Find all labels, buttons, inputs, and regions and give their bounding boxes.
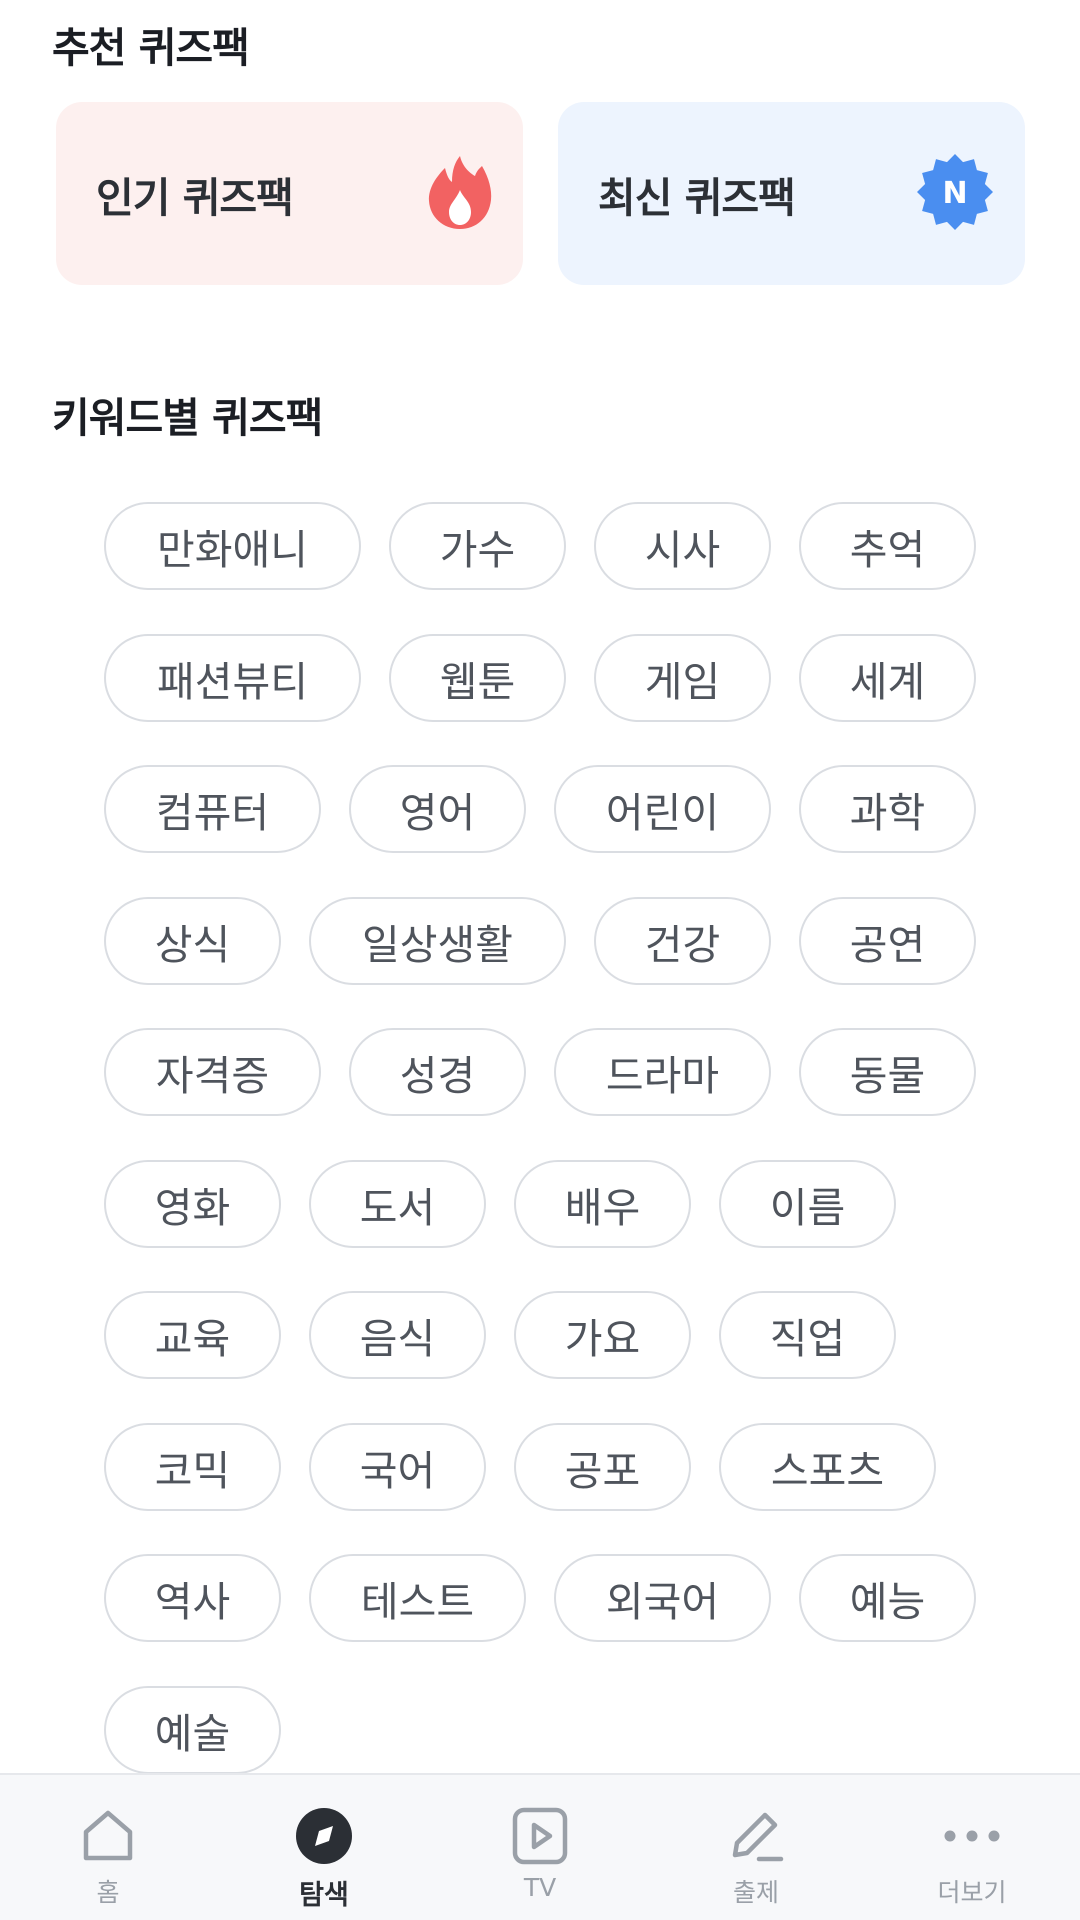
keyword-chip-row: 교육 음식 가요 직업: [104, 1291, 1004, 1381]
keyword-chip[interactable]: 웹툰: [389, 633, 566, 722]
keyword-chip[interactable]: 패션뷰티: [104, 633, 361, 722]
compass-icon: [295, 1805, 353, 1867]
keyword-chip[interactable]: 과학: [799, 765, 976, 853]
keyword-chip[interactable]: 자격증: [104, 1028, 321, 1116]
keyword-chip[interactable]: 예술: [104, 1685, 281, 1774]
keyword-chip-row: 역사 테스트 외국어 예능: [104, 1554, 1004, 1644]
keyword-chip[interactable]: 도서: [309, 1159, 486, 1248]
recommended-section-title: 추천 퀴즈팩: [52, 24, 250, 72]
keyword-chip-row: 컴퓨터 영어 어린이 과학: [104, 765, 1004, 855]
bottom-navigation-bar: 홈 탐색 TV 출제 더보기: [0, 1773, 1080, 1920]
keyword-chip[interactable]: 음식: [309, 1291, 486, 1379]
keyword-chip[interactable]: 상식: [104, 896, 281, 985]
keyword-chip[interactable]: 만화애니: [104, 502, 361, 590]
nav-label-more: 더보기: [937, 1878, 1007, 1907]
play-icon: [512, 1805, 568, 1867]
keyword-chip[interactable]: 영화: [104, 1159, 281, 1248]
keyword-chip[interactable]: 예능: [799, 1554, 976, 1642]
keyword-chip[interactable]: 영어: [349, 765, 526, 853]
keyword-chip[interactable]: 스포츠: [719, 1422, 936, 1511]
pencil-icon: [727, 1805, 785, 1867]
keyword-chip[interactable]: 동물: [799, 1028, 976, 1116]
keyword-chip[interactable]: 테스트: [309, 1554, 526, 1642]
nav-item-home[interactable]: 홈: [0, 1775, 216, 1920]
keyword-chip[interactable]: 컴퓨터: [104, 765, 321, 853]
nav-label-tv: TV: [523, 1873, 557, 1902]
keyword-chip-list: 만화애니 가수 시사 추억패션뷰티 웹툰 게임 세계컴퓨터 영어 어린이 과학상식 일상생활 건강 공연…: [104, 502, 1004, 1817]
latest-quizpack-label: 최신 퀴즈팩: [598, 173, 796, 222]
popular-quizpack-card[interactable]: 인기 퀴즈팩: [56, 102, 523, 285]
keyword-chip[interactable]: 직업: [719, 1291, 896, 1379]
keyword-chip[interactable]: 시사: [594, 502, 771, 590]
keyword-chip[interactable]: 공연: [799, 896, 976, 985]
keyword-chip[interactable]: 게임: [594, 633, 771, 722]
keyword-chip[interactable]: 드라마: [554, 1028, 771, 1116]
keyword-chip[interactable]: 교육: [104, 1291, 281, 1379]
keyword-chip[interactable]: 세계: [799, 633, 976, 722]
keyword-chip[interactable]: 이름: [719, 1159, 896, 1248]
keyword-chip-row: 코믹 국어 공포 스포츠: [104, 1422, 1004, 1513]
home-icon: [80, 1805, 136, 1867]
keyword-chip-row: 영화 도서 배우 이름: [104, 1159, 1004, 1250]
new-badge-letter: N: [942, 176, 967, 211]
nav-item-tv[interactable]: TV: [432, 1775, 648, 1920]
keyword-chip-row: 패션뷰티 웹툰 게임 세계: [104, 633, 1004, 724]
nav-item-more[interactable]: 더보기: [864, 1775, 1080, 1920]
fire-icon: [427, 154, 493, 234]
keyword-chip[interactable]: 역사: [104, 1554, 281, 1642]
keyword-chip[interactable]: 성경: [349, 1028, 526, 1116]
keyword-chip-row: 만화애니 가수 시사 추억: [104, 502, 1004, 592]
keyword-chip[interactable]: 공포: [514, 1422, 691, 1511]
keyword-chip[interactable]: 코믹: [104, 1422, 281, 1511]
keyword-chip[interactable]: 가요: [514, 1291, 691, 1379]
keyword-chip-row: 상식 일상생활 건강 공연: [104, 896, 1004, 987]
more-icon: [942, 1805, 1002, 1867]
keyword-chip[interactable]: 일상생활: [309, 896, 566, 985]
popular-quizpack-label: 인기 퀴즈팩: [96, 173, 294, 222]
keyword-chip[interactable]: 배우: [514, 1159, 691, 1248]
keyword-section-title: 키워드별 퀴즈팩: [52, 394, 323, 442]
keyword-chip[interactable]: 추억: [799, 502, 976, 590]
nav-item-explore[interactable]: 탐색: [216, 1775, 432, 1920]
nav-label-explore: 탐색: [299, 1880, 349, 1911]
nav-label-home: 홈: [96, 1878, 120, 1907]
nav-label-create: 출제: [732, 1878, 779, 1907]
keyword-chip[interactable]: 가수: [389, 502, 566, 590]
keyword-chip[interactable]: 건강: [594, 896, 771, 985]
keyword-chip[interactable]: 외국어: [554, 1554, 771, 1642]
keyword-chip-row: 자격증 성경 드라마 동물: [104, 1028, 1004, 1118]
keyword-chip[interactable]: 어린이: [554, 765, 771, 853]
new-badge-icon: N: [915, 152, 995, 236]
nav-item-create[interactable]: 출제: [648, 1775, 864, 1920]
keyword-chip-row: 예술: [104, 1685, 1004, 1776]
keyword-chip[interactable]: 국어: [309, 1422, 486, 1511]
latest-quizpack-card[interactable]: 최신 퀴즈팩 N: [558, 102, 1025, 285]
